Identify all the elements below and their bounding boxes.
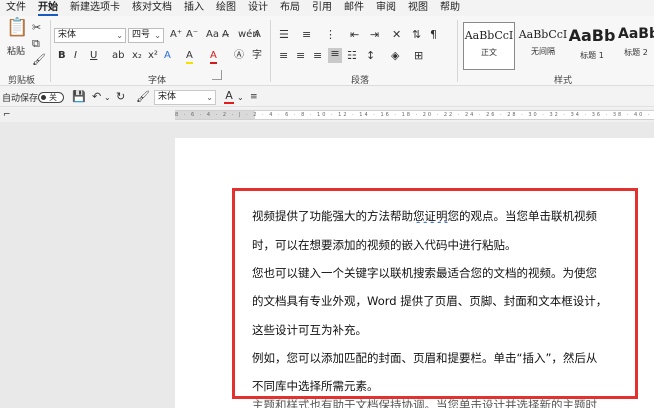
align-center-icon[interactable]: ≡	[296, 50, 305, 62]
line-spacing-icon[interactable]: ↕	[366, 50, 375, 62]
highlight-box	[232, 188, 638, 399]
bullets-icon[interactable]: ☰	[279, 29, 289, 41]
font-format-icon[interactable]: 字	[252, 50, 262, 62]
tab-2[interactable]: 新建选项卡	[70, 0, 120, 16]
tab-11[interactable]: 视图	[408, 0, 428, 16]
tab-12[interactable]: 帮助	[440, 0, 460, 16]
horizontal-ruler[interactable]: 8 · 6 · 4 · 2 · | · 2 · 4 · 6 · 8 · 10 ·…	[175, 110, 654, 120]
margin-corner-mark	[212, 70, 222, 80]
font-format-icon[interactable]: ab	[112, 50, 124, 62]
qat-font-select[interactable]: 宋体 ⌄	[154, 90, 216, 105]
tab-8[interactable]: 引用	[312, 0, 332, 16]
style-name: 标题 2	[624, 48, 648, 57]
qat-font-value: 宋体	[158, 92, 177, 102]
cut-icon[interactable]: ✂	[32, 22, 41, 34]
font-tool-icon[interactable]: A⁻	[186, 29, 198, 41]
chevron-down-icon: ⌄	[116, 31, 123, 40]
autosave-toggle[interactable]: 关	[38, 92, 64, 103]
copy-icon[interactable]: ⧉	[32, 38, 40, 50]
tab-3[interactable]: 核对文档	[132, 0, 172, 16]
chevron-down-icon: ⌄	[206, 93, 213, 102]
tab-0[interactable]: 文件	[6, 0, 26, 16]
style-name: 标题 1	[580, 51, 604, 60]
font-format-icon[interactable]: Ⓐ	[234, 50, 244, 62]
document-cut-line: 主题和样式也有助于文档保持协调。当您单击设计并选择新的主题时	[252, 398, 597, 408]
font-tool-icon[interactable]: A̶	[222, 29, 229, 41]
font-format-icon[interactable]: x₂	[132, 50, 142, 62]
paste-icon[interactable]: 📋	[6, 19, 28, 44]
sort-icon[interactable]: ⇅	[412, 29, 421, 41]
undo-icon[interactable]: ↶	[92, 91, 101, 103]
format-painter-icon[interactable]: 🖌	[136, 91, 150, 103]
tab-9[interactable]: 邮件	[344, 0, 364, 16]
font-format-icon[interactable]: A	[210, 50, 217, 64]
style-item[interactable]: AaBbC 标题 2	[618, 22, 654, 70]
style-item[interactable]: AaBbCcI 无间隔	[517, 22, 569, 70]
style-name: 无间隔	[531, 47, 555, 56]
font-tool-icon[interactable]: Aa	[206, 29, 219, 41]
multilevel-list-icon[interactable]: ⋮	[325, 29, 336, 41]
clipboard-group-label: 剪贴板	[8, 76, 36, 86]
numbering-icon[interactable]: ≡	[302, 29, 311, 41]
style-sample: AaBbCcI	[464, 29, 514, 42]
font-tool-icon[interactable]: A	[254, 29, 261, 41]
font-color-icon[interactable]: A	[224, 90, 234, 104]
align-left-icon[interactable]: ≡	[279, 50, 288, 62]
customize-qat-icon[interactable]: ≡	[250, 91, 258, 103]
style-name: 正文	[481, 48, 497, 57]
tab-6[interactable]: 设计	[248, 0, 268, 16]
style-item[interactable]: AaBbCcI 正文	[463, 22, 515, 70]
ruler-row: ⌐ 8 · 6 · 4 · 2 · | · 2 · 4 · 6 · 8 · 10…	[0, 108, 654, 122]
font-name-value: 宋体	[58, 30, 77, 40]
borders-icon[interactable]: ⊞	[414, 50, 423, 62]
decrease-indent-icon[interactable]: ⇤	[350, 29, 359, 41]
align-right-icon[interactable]: ≡	[313, 50, 322, 62]
tab-1[interactable]: 开始	[38, 0, 58, 16]
style-sample: AaBbCcI	[518, 28, 568, 41]
font-size-value: 四号	[132, 30, 151, 40]
show-marks-icon[interactable]: ¶	[430, 29, 437, 41]
ribbon: 📋 粘贴 ✂ ⧉ 🖌 剪贴板 宋体 ⌄ 四号 ⌄ A⁺ A⁻ Aa A̶ wén A BI…	[0, 16, 654, 86]
chinese-layout-icon[interactable]: ✕	[392, 29, 401, 41]
font-name-select[interactable]: 宋体 ⌄	[54, 28, 126, 43]
font-tool-icon[interactable]: A⁺	[170, 29, 182, 41]
autosave-label: 自动保存	[2, 94, 39, 104]
tab-4[interactable]: 插入	[184, 0, 204, 16]
paste-button[interactable]: 粘贴	[5, 46, 27, 58]
styles-group-label: 样式	[554, 76, 573, 86]
distributed-icon[interactable]: ☷	[347, 50, 357, 62]
chevron-down-icon[interactable]: ⌄	[104, 92, 111, 104]
chevron-down-icon: ⌄	[154, 31, 161, 40]
chevron-down-icon[interactable]: ⌄	[237, 92, 244, 104]
font-format-icon[interactable]: A	[186, 50, 193, 64]
style-sample: AaBb	[568, 26, 616, 45]
font-format-icon[interactable]: B	[58, 50, 66, 62]
paragraph-group-label: 段落	[351, 76, 370, 86]
increase-indent-icon[interactable]: ⇥	[370, 29, 379, 41]
justify-icon[interactable]: ≡	[328, 48, 342, 63]
style-sample: AaBbC	[618, 26, 654, 42]
redo-icon[interactable]: ↻	[116, 91, 125, 103]
shading-icon[interactable]: ◈	[391, 50, 399, 62]
font-format-icon[interactable]: x²	[148, 50, 158, 62]
quick-access-toolbar: 自动保存 关 💾 ↶ ⌄ ↻ 🖌 宋体 ⌄ A ⌄ ≡	[0, 87, 654, 107]
style-item[interactable]: AaBb 标题 1	[566, 22, 618, 70]
font-format-icon[interactable]: I	[74, 50, 77, 62]
tab-10[interactable]: 审阅	[376, 0, 396, 16]
tab-5[interactable]: 绘图	[216, 0, 236, 16]
tab-stop-icon[interactable]: ⌐	[3, 109, 11, 121]
autosave-state: 关	[49, 93, 57, 102]
font-size-select[interactable]: 四号 ⌄	[128, 28, 164, 43]
tab-7[interactable]: 布局	[280, 0, 300, 16]
save-icon[interactable]: 💾	[72, 91, 86, 103]
font-group-label: 字体	[148, 76, 167, 86]
font-format-icon[interactable]: A	[164, 50, 171, 62]
menu-tabs: 文件 开始 新建选项卡 核对文档 插入 绘图 设计 布局 引用 邮件 审阅 视图 帮助	[0, 0, 654, 16]
format-painter-icon[interactable]: 🖌	[32, 54, 46, 66]
font-format-icon[interactable]: U	[90, 50, 97, 62]
